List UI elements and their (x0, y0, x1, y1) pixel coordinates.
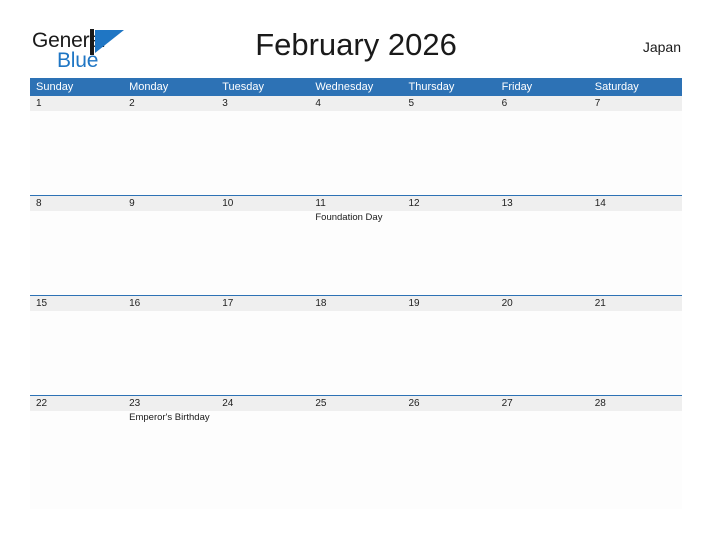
calendar-week-row: 22 23 24 25 26 27 28 Emperor's Birthday (30, 395, 682, 509)
date-number[interactable]: 19 (403, 296, 496, 311)
day-cell[interactable] (589, 311, 682, 395)
day-cell[interactable] (216, 311, 309, 395)
day-cell[interactable] (30, 311, 123, 395)
week-body-row (30, 111, 682, 195)
date-number[interactable]: 12 (403, 196, 496, 211)
date-number[interactable]: 25 (309, 396, 402, 411)
date-number[interactable]: 16 (123, 296, 216, 311)
page-title: February 2026 (255, 27, 457, 62)
weekday-wednesday: Wednesday (315, 81, 374, 93)
date-number[interactable]: 27 (496, 396, 589, 411)
date-number[interactable]: 23 (123, 396, 216, 411)
week-body-row (30, 311, 682, 395)
day-cell[interactable] (589, 111, 682, 195)
day-cell[interactable] (309, 311, 402, 395)
week-date-band: 1 2 3 4 5 6 7 (30, 96, 682, 111)
day-cell[interactable] (123, 211, 216, 295)
date-number[interactable]: 21 (589, 296, 682, 311)
calendar-week-row: 15 16 17 18 19 20 21 (30, 295, 682, 395)
day-cell[interactable] (403, 211, 496, 295)
date-number[interactable]: 10 (216, 196, 309, 211)
date-number[interactable]: 14 (589, 196, 682, 211)
date-number[interactable]: 17 (216, 296, 309, 311)
weekday-header-row: Sunday Monday Tuesday Wednesday Thursday… (30, 78, 682, 96)
date-number[interactable]: 13 (496, 196, 589, 211)
calendar-week-row: 8 9 10 11 12 13 14 Foundation Day (30, 195, 682, 295)
date-number[interactable]: 2 (123, 96, 216, 111)
week-body-row: Foundation Day (30, 211, 682, 295)
day-cell[interactable] (496, 111, 589, 195)
date-number[interactable]: 15 (30, 296, 123, 311)
weekday-monday: Monday (129, 81, 169, 93)
day-cell[interactable] (403, 411, 496, 509)
day-cell[interactable] (496, 211, 589, 295)
date-number[interactable]: 7 (589, 96, 682, 111)
day-cell[interactable] (216, 111, 309, 195)
calendar-page: General Blue February 2026 Japan Sunday … (0, 0, 712, 550)
day-cell[interactable] (30, 211, 123, 295)
date-number[interactable]: 4 (309, 96, 402, 111)
weekday-saturday: Saturday (594, 81, 639, 93)
day-cell[interactable] (496, 411, 589, 509)
day-cell[interactable] (216, 211, 309, 295)
weekday-tuesday: Tuesday (222, 81, 265, 93)
date-number[interactable]: 1 (30, 96, 123, 111)
day-cell[interactable] (123, 111, 216, 195)
weekday-friday: Friday (501, 81, 533, 93)
day-cell[interactable] (403, 111, 496, 195)
date-number[interactable]: 3 (216, 96, 309, 111)
date-number[interactable]: 20 (496, 296, 589, 311)
weekday-sunday: Sunday (36, 81, 74, 93)
date-number[interactable]: 5 (403, 96, 496, 111)
week-body-row: Emperor's Birthday (30, 411, 682, 509)
day-cell[interactable] (216, 411, 309, 509)
date-number[interactable]: 26 (403, 396, 496, 411)
date-number[interactable]: 22 (30, 396, 123, 411)
date-number[interactable]: 28 (589, 396, 682, 411)
day-cell[interactable]: Foundation Day (309, 211, 402, 295)
date-number[interactable]: 24 (216, 396, 309, 411)
date-number[interactable]: 8 (30, 196, 123, 211)
day-cell[interactable] (589, 211, 682, 295)
calendar-grid: Sunday Monday Tuesday Wednesday Thursday… (30, 78, 682, 509)
date-number[interactable]: 11 (309, 196, 402, 211)
day-cell[interactable] (309, 411, 402, 509)
page-header: General Blue February 2026 Japan (0, 22, 712, 74)
day-cell[interactable] (30, 411, 123, 509)
event-label: Emperor's Birthday (129, 412, 210, 423)
date-number[interactable]: 6 (496, 96, 589, 111)
day-cell[interactable] (496, 311, 589, 395)
day-cell[interactable] (309, 111, 402, 195)
day-cell[interactable] (30, 111, 123, 195)
day-cell[interactable] (403, 311, 496, 395)
week-date-band: 8 9 10 11 12 13 14 (30, 196, 682, 211)
date-number[interactable]: 18 (309, 296, 402, 311)
day-cell[interactable] (123, 311, 216, 395)
date-number[interactable]: 9 (123, 196, 216, 211)
week-date-band: 15 16 17 18 19 20 21 (30, 296, 682, 311)
calendar-week-row: 1 2 3 4 5 6 7 (30, 96, 682, 195)
day-cell[interactable] (589, 411, 682, 509)
weekday-thursday: Thursday (408, 81, 455, 93)
country-label: Japan (642, 39, 681, 55)
week-date-band: 22 23 24 25 26 27 28 (30, 396, 682, 411)
day-cell[interactable]: Emperor's Birthday (123, 411, 216, 509)
event-label: Foundation Day (315, 212, 383, 223)
